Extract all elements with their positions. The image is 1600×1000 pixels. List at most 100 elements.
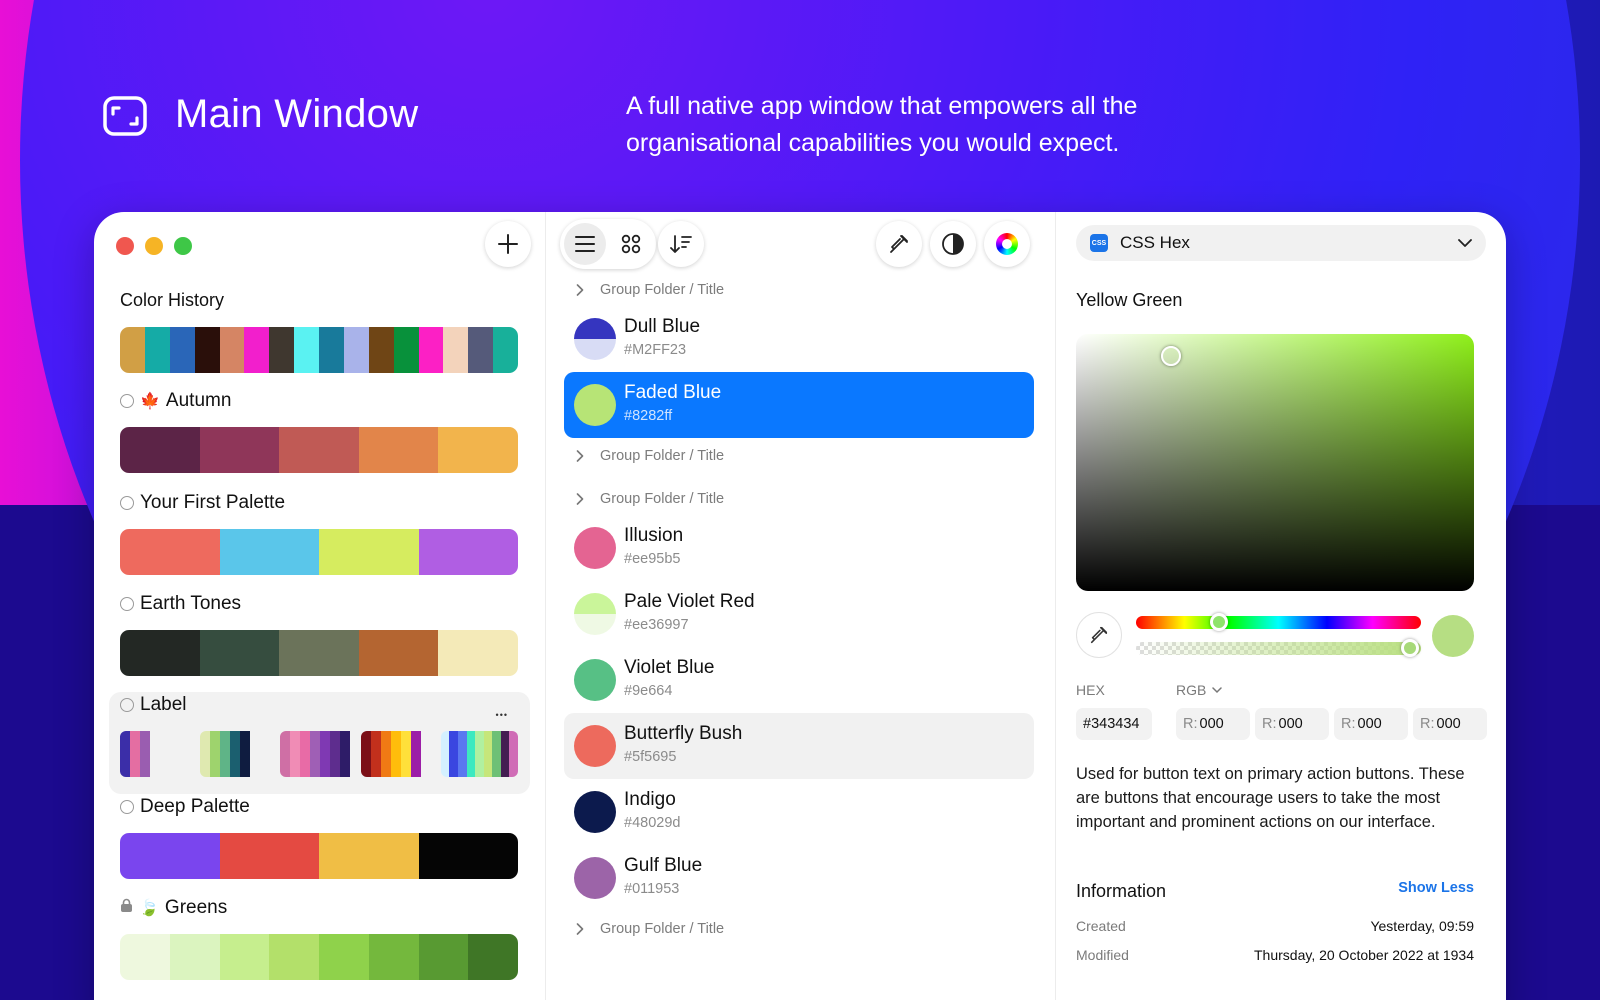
- rgb-input[interactable]: R: 000: [1176, 708, 1250, 740]
- palette-group[interactable]: [440, 731, 519, 777]
- zoom-window-button[interactable]: [174, 237, 192, 255]
- palette-header[interactable]: Your First Palette: [120, 492, 285, 514]
- color-name: Butterfly Bush: [624, 723, 743, 744]
- palette-swatch: [120, 833, 220, 879]
- eyedropper-button[interactable]: [876, 221, 922, 267]
- history-swatch[interactable]: [120, 327, 145, 373]
- color-mode-select[interactable]: RGB: [1176, 682, 1223, 698]
- palette-group-strip[interactable]: [120, 731, 519, 777]
- history-swatch[interactable]: [319, 327, 344, 373]
- color-swatch: [574, 791, 616, 833]
- history-swatch[interactable]: [443, 327, 469, 373]
- sidebar: Color History 🍁 Autumn Your First Palette E…: [94, 212, 546, 1000]
- minimize-window-button[interactable]: [145, 237, 163, 255]
- color-hex: #ee36997: [624, 617, 689, 633]
- alpha-slider-knob[interactable]: [1400, 639, 1419, 657]
- palette-header[interactable]: 🍁 Autumn: [120, 390, 231, 412]
- history-swatch[interactable]: [493, 327, 518, 373]
- palette-strip[interactable]: [120, 427, 518, 473]
- palette-strip[interactable]: [120, 934, 518, 980]
- eyedropper-picker-button[interactable]: [1076, 612, 1122, 658]
- hue-slider[interactable]: [1136, 613, 1421, 631]
- color-list-item[interactable]: Butterfly Bush #5f5695: [564, 713, 1034, 779]
- grid-view-button[interactable]: [610, 223, 652, 265]
- palette-strip[interactable]: [120, 630, 518, 676]
- palette-header[interactable]: Label: [120, 694, 187, 716]
- palette-swatch: [358, 427, 439, 473]
- palette-swatch: [358, 630, 439, 676]
- history-swatch[interactable]: [219, 327, 245, 373]
- saturation-brightness-picker[interactable]: [1076, 334, 1474, 591]
- color-hex: #ee95b5: [624, 551, 681, 567]
- color-name: Illusion: [624, 525, 684, 546]
- chevron-right-icon: [576, 284, 584, 296]
- color-list-item[interactable]: Violet Blue #9e664: [564, 647, 1034, 713]
- show-less-link[interactable]: Show Less: [1398, 880, 1474, 896]
- color-hex: #8282ff: [624, 408, 673, 424]
- history-swatch[interactable]: [269, 327, 295, 373]
- sort-button[interactable]: [658, 221, 704, 267]
- rgb-input[interactable]: R: 000: [1255, 708, 1329, 740]
- history-swatch[interactable]: [169, 327, 195, 373]
- history-swatch[interactable]: [343, 327, 369, 373]
- palette-radio[interactable]: [120, 698, 134, 712]
- color-wheel-button[interactable]: [984, 221, 1030, 267]
- format-dropdown[interactable]: CSS CSS Hex: [1076, 225, 1486, 261]
- close-window-button[interactable]: [116, 237, 134, 255]
- color-list-item[interactable]: Faded Blue #8282ff: [564, 372, 1034, 438]
- eyedropper-icon: [1090, 626, 1108, 644]
- add-button[interactable]: [485, 221, 531, 267]
- color-history-title: Color History: [120, 290, 225, 310]
- alpha-slider[interactable]: [1136, 639, 1421, 657]
- history-swatch[interactable]: [294, 327, 319, 373]
- palette-group[interactable]: [200, 731, 277, 777]
- color-list-item[interactable]: Illusion #ee95b5: [564, 515, 1034, 581]
- history-swatch[interactable]: [194, 327, 220, 373]
- group-swatch: [240, 731, 251, 777]
- rgb-input[interactable]: R: 000: [1334, 708, 1408, 740]
- palette-header[interactable]: Earth Tones: [120, 593, 241, 615]
- color-list-item[interactable]: Gulf Blue #011953: [564, 845, 1034, 911]
- list-view-button[interactable]: [564, 223, 606, 265]
- group-swatch: [509, 731, 519, 777]
- palette-swatch: [279, 630, 359, 676]
- history-swatch[interactable]: [468, 327, 494, 373]
- palette-radio[interactable]: [120, 800, 134, 814]
- palette-group[interactable]: [120, 731, 197, 777]
- rgb-input[interactable]: R: 000: [1413, 708, 1487, 740]
- hue-slider-knob[interactable]: [1209, 613, 1228, 631]
- palette-strip[interactable]: [120, 529, 518, 575]
- saturation-handle[interactable]: [1161, 346, 1181, 366]
- palette-strip[interactable]: [120, 833, 518, 879]
- group-folder-row[interactable]: Group Folder / Title: [576, 491, 724, 507]
- color-list-item[interactable]: Pale Violet Red #ee36997: [564, 581, 1034, 647]
- color-name: Violet Blue: [624, 657, 715, 678]
- group-folder-row[interactable]: Group Folder / Title: [576, 448, 724, 464]
- palette-header[interactable]: 🍃 Greens: [120, 897, 227, 919]
- history-swatch[interactable]: [393, 327, 419, 373]
- palette-header[interactable]: Deep Palette: [120, 796, 250, 818]
- color-name: Indigo: [624, 789, 676, 810]
- history-swatch[interactable]: [144, 327, 170, 373]
- palette-group[interactable]: [280, 731, 357, 777]
- group-swatch: [400, 731, 411, 777]
- color-list-item[interactable]: Indigo #48029d: [564, 779, 1034, 845]
- color-list-item[interactable]: Dull Blue #M2FF23: [564, 306, 1034, 372]
- history-swatch[interactable]: [368, 327, 394, 373]
- contrast-button[interactable]: [930, 221, 976, 267]
- color-preview: [1432, 615, 1474, 657]
- group-folder-row[interactable]: Group Folder / Title: [576, 282, 724, 298]
- history-swatch[interactable]: [244, 327, 270, 373]
- chevron-down-icon: [1212, 686, 1223, 693]
- history-swatch[interactable]: [418, 327, 444, 373]
- palette-radio[interactable]: [120, 496, 134, 510]
- palette-group[interactable]: [360, 731, 438, 777]
- group-folder-row[interactable]: Group Folder / Title: [576, 921, 724, 937]
- grid-icon: [621, 234, 641, 254]
- rgb-value: 000: [1436, 716, 1461, 732]
- palette-radio[interactable]: [120, 394, 134, 408]
- color-history-strip[interactable]: [120, 327, 518, 373]
- more-options-icon[interactable]: •••: [496, 710, 508, 720]
- palette-radio[interactable]: [120, 597, 134, 611]
- hex-input[interactable]: #343434: [1076, 708, 1152, 740]
